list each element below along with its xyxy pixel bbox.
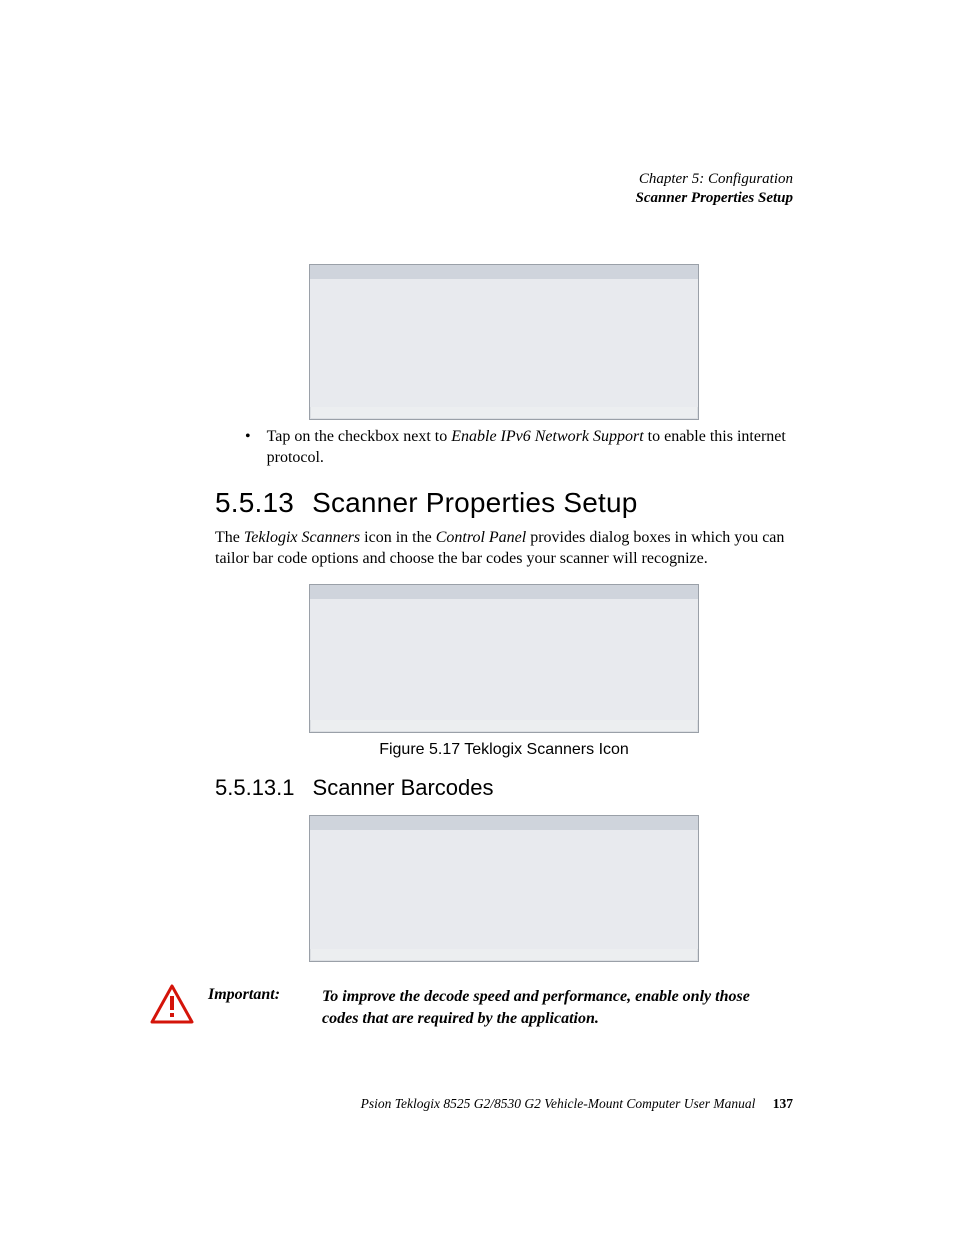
header-section: Scanner Properties Setup — [215, 189, 793, 208]
screenshot-scanner-settings — [309, 815, 699, 962]
page-number: 137 — [773, 1096, 793, 1111]
heading-title: Scanner Barcodes — [313, 775, 494, 800]
heading-scanner-properties-setup: 5.5.13 Scanner Properties Setup — [215, 487, 793, 519]
heading-number: 5.5.13.1 — [215, 775, 295, 800]
header-chapter: Chapter 5: Configuration — [215, 170, 793, 189]
bullet-item: • Tap on the checkbox next to Enable IPv… — [245, 426, 793, 469]
important-note: Important: To improve the decode speed a… — [150, 984, 790, 1029]
bullet-text: Tap on the checkbox next to Enable IPv6 … — [267, 426, 793, 469]
heading-title: Scanner Properties Setup — [312, 487, 637, 518]
important-label: Important: — [208, 986, 308, 1004]
screenshot-teklogix-scanners-icon — [309, 584, 699, 733]
intro-paragraph: The Teklogix Scanners icon in the Contro… — [215, 527, 793, 570]
warning-icon — [150, 984, 194, 1024]
heading-scanner-barcodes: 5.5.13.1 Scanner Barcodes — [215, 775, 793, 801]
figure-caption: Figure 5.17 Teklogix Scanners Icon — [215, 741, 793, 759]
heading-number: 5.5.13 — [215, 487, 294, 518]
footer-text: Psion Teklogix 8525 G2/8530 G2 Vehicle-M… — [361, 1096, 756, 1111]
running-header: Chapter 5: Configuration Scanner Propert… — [215, 170, 793, 208]
bullet-marker: • — [245, 426, 251, 469]
important-text: To improve the decode speed and performa… — [322, 986, 790, 1029]
page-footer: Psion Teklogix 8525 G2/8530 G2 Vehicle-M… — [215, 1096, 793, 1112]
screenshot-ipv6-support — [309, 264, 699, 420]
